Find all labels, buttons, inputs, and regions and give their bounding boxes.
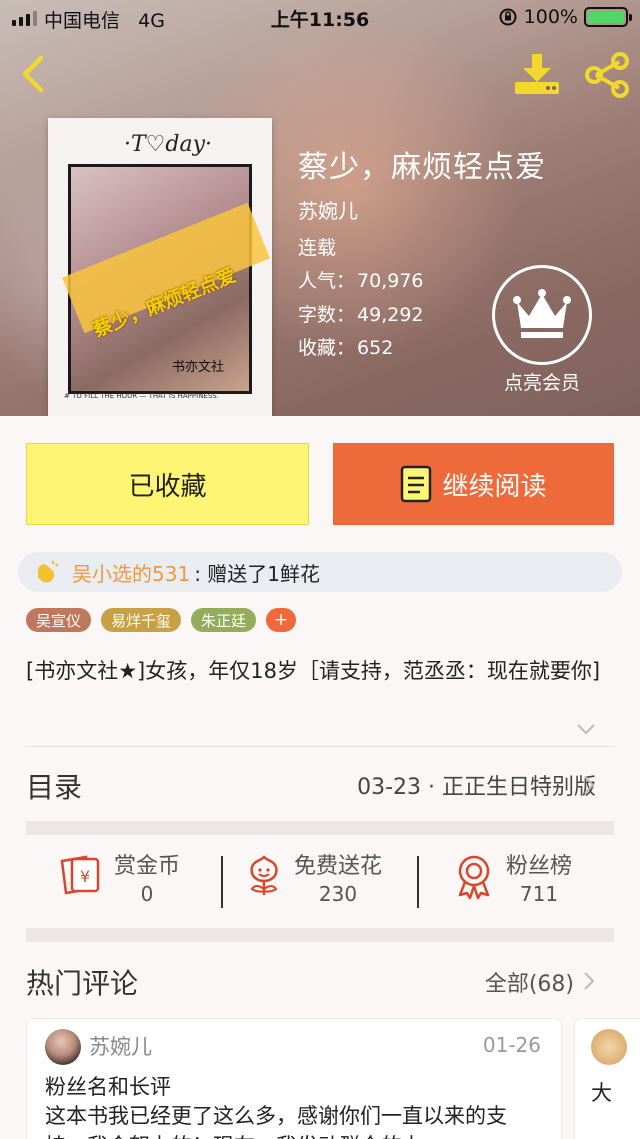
orientation-lock-icon (499, 8, 517, 26)
share-icon (585, 52, 629, 98)
vip-button[interactable] (492, 265, 592, 365)
book-header: 中国电信 4G 上午11:56 100% ·T♡day· 蔡少，麻烦轻点爱 书亦… (0, 0, 640, 416)
fans-label: 粉丝榜 (506, 854, 573, 879)
book-title: 蔡少，麻烦轻点爱 (298, 150, 546, 185)
tag-item[interactable]: 吴宣仪 (26, 608, 92, 632)
hot-comments-title: 热门评论 (26, 967, 139, 1000)
flower-icon (250, 855, 278, 895)
download-icon (515, 54, 559, 94)
cover-bottom-text: # TO FILL THE HOUR — THAT IS HAPPINESS. (64, 392, 219, 400)
fans-value: 711 (519, 882, 559, 906)
vip-label[interactable]: 点亮会员 (480, 368, 604, 395)
share-button[interactable] (582, 52, 632, 98)
back-arrow-icon (22, 55, 44, 93)
reward-label: 赏金币 (114, 854, 181, 879)
popularity-stat: 人气： 70,976 (298, 270, 424, 292)
divider (221, 856, 223, 908)
avatar[interactable] (591, 1029, 627, 1065)
expand-chevron-icon[interactable] (576, 722, 596, 736)
toc-label[interactable]: 目录 (26, 766, 82, 806)
red-envelope-icon: ¥ (60, 855, 100, 895)
book-status: 连载 (298, 237, 337, 259)
divider (26, 746, 614, 747)
svg-text:¥: ¥ (80, 867, 90, 886)
collected-button[interactable]: 已收藏 (26, 443, 309, 525)
crown-icon (513, 289, 571, 338)
back-button[interactable] (14, 54, 54, 94)
reward-value: 0 (140, 882, 154, 906)
favorites-stat: 收藏： 652 (298, 337, 394, 359)
battery-icon (584, 7, 632, 27)
status-bar: 中国电信 4G 上午11:56 100% (0, 0, 640, 36)
gift-user[interactable]: 吴小选的531 (72, 558, 190, 587)
book-intro: [书亦文社★]女孩，年仅18岁［请支持，范丞丞：现在就要你] (26, 659, 601, 683)
avatar[interactable] (45, 1029, 81, 1065)
all-comments-link[interactable]: 全部(68) (485, 966, 574, 998)
collected-label: 已收藏 (128, 471, 207, 502)
tag-list: 吴宣仪 易烊千玺 朱正廷 + (26, 608, 297, 632)
book-icon (401, 465, 432, 503)
cover-publisher-seal: 书亦文社 (172, 360, 225, 375)
add-tag-button[interactable]: + (266, 608, 297, 632)
flower-value: 230 (318, 882, 358, 906)
continue-reading-button[interactable]: 继续阅读 (333, 443, 614, 525)
status-right: 100% (498, 6, 632, 28)
tag-item[interactable]: 易烊千玺 (101, 608, 182, 632)
gift-notification[interactable]: 吴小选的531 : 赠送了1鲜花 (18, 552, 622, 592)
free-flower-button[interactable]: 免费送花 230 (246, 853, 382, 907)
divider (417, 856, 419, 908)
word-count-stat: 字数： 49,292 (298, 304, 424, 326)
cover-today-text: ·T♡day· (124, 132, 213, 157)
comment-body: 这本书我已经更了这么多，感谢你们一直以来的支持，我会努力的！现在，我发动群众的力 (45, 1104, 507, 1139)
comment-title: 粉丝名和长评 (45, 1075, 171, 1099)
tag-item[interactable]: 朱正廷 (191, 608, 257, 632)
book-author[interactable]: 苏婉儿 (298, 195, 358, 224)
download-button[interactable] (512, 52, 562, 98)
section-gap (26, 821, 614, 835)
comment-date: 01-26 (482, 1033, 541, 1057)
comment-title: 大 (591, 1081, 612, 1105)
flower-label: 免费送花 (294, 854, 383, 879)
clap-icon (38, 560, 59, 583)
comment-card[interactable]: 苏婉儿 01-26 粉丝名和长评 这本书我已经更了这么多，感谢你们一直以来的支持… (26, 1018, 562, 1139)
battery-percent: 100% (523, 6, 578, 28)
continue-reading-label: 继续阅读 (442, 471, 547, 502)
chevron-right-icon[interactable] (582, 774, 596, 796)
section-gap (26, 928, 614, 942)
reward-coin-button[interactable]: ¥ 赏金币 0 (58, 853, 180, 907)
medal-icon (458, 855, 490, 899)
book-cover[interactable]: ·T♡day· 蔡少，麻烦轻点爱 书亦文社 # TO FILL THE HOUR… (48, 118, 272, 416)
gift-message: : 赠送了1鲜花 (194, 561, 321, 586)
chevron-right-icon[interactable] (582, 970, 596, 992)
fans-ranking-button[interactable]: 粉丝榜 711 (454, 853, 572, 907)
comment-card[interactable]: 大 (574, 1018, 640, 1139)
latest-chapter[interactable]: 03-23 · 正正生日特别版 (357, 769, 596, 801)
comment-author[interactable]: 苏婉儿 (89, 1031, 152, 1061)
